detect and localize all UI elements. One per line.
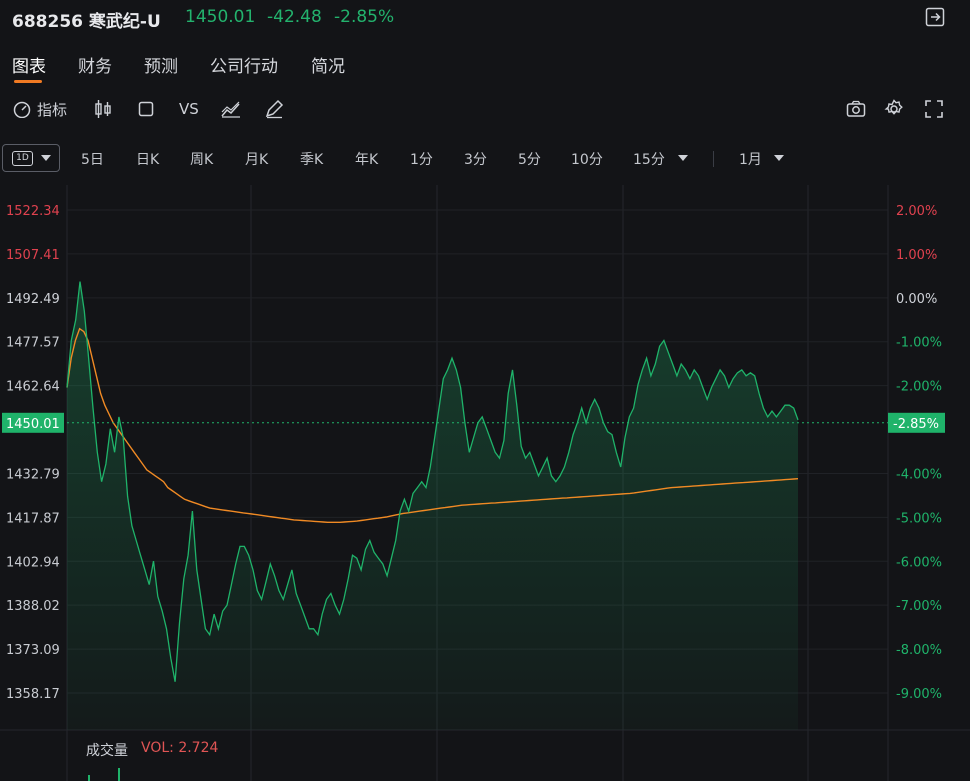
interval-selected: 1D (12, 151, 33, 166)
vs-compare-button[interactable]: VS (179, 99, 199, 119)
price-tick-label: 1358.17 (6, 687, 60, 702)
gauge-icon (13, 101, 31, 118)
price-change-pct: -2.85% (334, 7, 395, 27)
volume-bar (88, 775, 90, 781)
intraday-chart[interactable]: 1522.34 1507.41 1492.49 1477.57 1462.64 1432.… (0, 185, 970, 781)
tab-finance[interactable]: 财务 (78, 52, 112, 77)
period-1min[interactable]: 1分 (410, 149, 433, 169)
price-tick-label: 1402.94 (6, 555, 60, 570)
volume-bars (88, 768, 120, 781)
pct-tick-label: 0.00% (896, 292, 937, 307)
volume-bar (118, 768, 120, 781)
price-tick-label: 1462.64 (6, 380, 60, 395)
pct-tick-label: -2.00% (896, 380, 942, 395)
pct-tick-label: 2.00% (896, 204, 937, 219)
tab-chart[interactable]: 图表 (12, 52, 46, 77)
volume-value: VOL: 2.724 (141, 740, 219, 756)
toolbar-divider (713, 151, 714, 167)
camera-icon[interactable] (846, 99, 866, 119)
chevron-down-icon[interactable] (678, 155, 688, 161)
price-axis: 1522.34 1507.41 1492.49 1477.57 1462.64 1432.… (6, 204, 60, 702)
period-quarterly[interactable]: 季K (300, 149, 323, 169)
current-price-tag-label: 1450.01 (6, 417, 60, 432)
fullscreen-icon[interactable] (925, 99, 943, 119)
period-3min[interactable]: 3分 (464, 149, 487, 169)
pct-tick-label: -4.00% (896, 467, 942, 482)
pct-tick-label: -5.00% (896, 511, 942, 526)
price-tick-label: 1373.09 (6, 643, 60, 658)
indicator-button[interactable]: 指标 (12, 99, 67, 119)
interval-dropdown[interactable]: 1D (2, 144, 60, 172)
pct-tick-label: -9.00% (896, 687, 942, 702)
price-change: -42.48 (267, 7, 322, 27)
tab-forecast[interactable]: 预测 (144, 52, 178, 77)
period-10min[interactable]: 10分 (571, 149, 603, 169)
period-monthly[interactable]: 月K (245, 149, 268, 169)
range-selector[interactable]: 1月 (739, 149, 762, 169)
pct-tick-label: -7.00% (896, 599, 942, 614)
active-tab-indicator (14, 80, 42, 83)
price-tick-label: 1477.57 (6, 336, 60, 351)
stock-name: 寒武纪-U (88, 12, 161, 32)
main-tabs: 图表 财务 预测 公司行动 简况 (0, 52, 400, 88)
volume-label: 成交量 (86, 743, 128, 759)
exit-icon[interactable] (925, 7, 945, 27)
period-5d[interactable]: 5日 (81, 149, 104, 169)
indicator-label: 指标 (37, 100, 68, 119)
tab-profile[interactable]: 简况 (311, 52, 345, 77)
chevron-down-icon (41, 155, 51, 161)
price-tick-label: 1388.02 (6, 599, 60, 614)
pct-tick-label: 1.00% (896, 248, 937, 263)
gear-icon[interactable] (884, 99, 904, 119)
price-tick-label: 1522.34 (6, 204, 60, 219)
chevron-down-icon[interactable] (774, 155, 784, 161)
period-5min[interactable]: 5分 (518, 149, 541, 169)
tab-corporate-actions[interactable]: 公司行动 (210, 52, 278, 77)
price-tick-label: 1492.49 (6, 292, 60, 307)
pct-tick-label: -8.00% (896, 643, 942, 658)
period-15min[interactable]: 15分 (633, 149, 665, 169)
area-chart-icon[interactable] (221, 99, 241, 119)
period-weekly[interactable]: 周K (190, 149, 213, 169)
pct-tick-label: -1.00% (896, 336, 942, 351)
period-daily[interactable]: 日K (136, 149, 159, 169)
percent-axis: 2.00% 1.00% 0.00% -1.00% -2.00% -4.00% -5.00% -… (896, 204, 942, 702)
current-pct-tag-label: -2.85% (893, 417, 939, 432)
pencil-icon[interactable] (264, 99, 284, 119)
price-tick-label: 1432.79 (6, 467, 60, 482)
price-tick-label: 1507.41 (6, 248, 60, 263)
current-price: 1450.01 (185, 7, 256, 27)
stock-code: 688256 (12, 12, 83, 32)
candlestick-icon[interactable] (94, 99, 112, 119)
pct-tick-label: -6.00% (896, 555, 942, 570)
stock-title: 688256 寒武纪-U (12, 7, 161, 32)
vs-label: VS (179, 100, 199, 118)
price-tick-label: 1417.87 (6, 511, 60, 526)
square-icon[interactable] (138, 99, 154, 119)
period-yearly[interactable]: 年K (355, 149, 378, 169)
